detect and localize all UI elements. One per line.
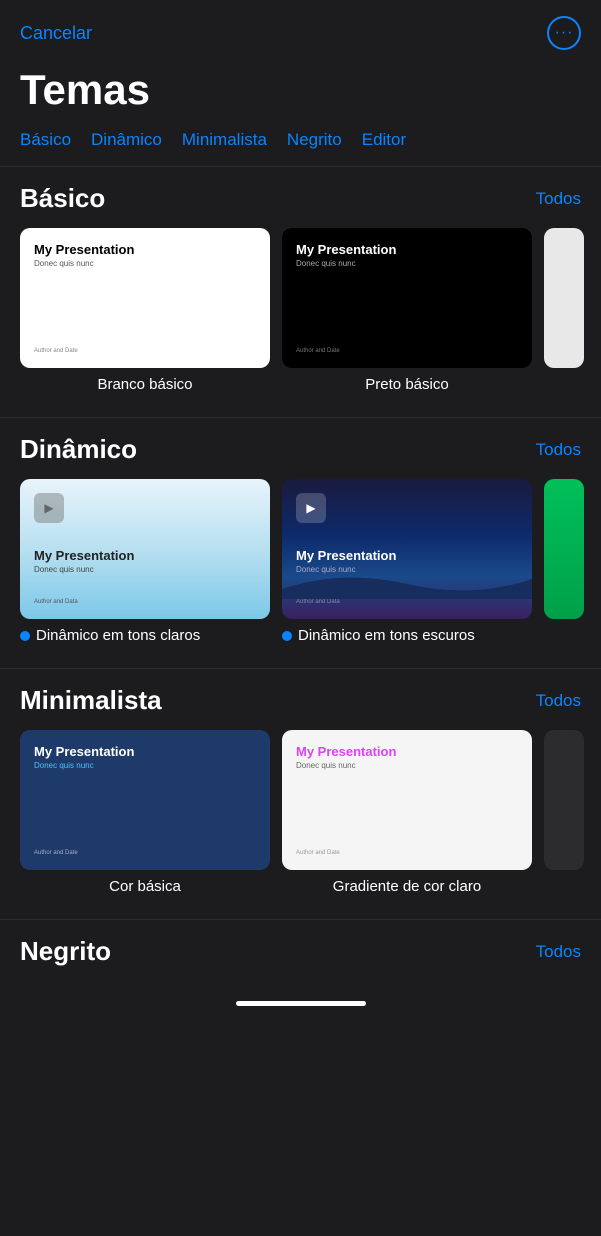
minimalist-themes-row: My Presentation Donec quis nunc Author a…: [0, 730, 601, 911]
theme-dynamic-dark-label: Dinâmico em tons escuros: [298, 627, 475, 644]
theme-minimalist-gradient-label: Gradiente de cor claro: [333, 878, 481, 895]
theme-black-title: My Presentation: [296, 242, 518, 257]
theme-dynamic-light-author: Author and Data: [34, 599, 256, 605]
theme-partial-dark: [544, 730, 584, 870]
bottom-indicator: [0, 989, 601, 1006]
theme-minimalist-gradient-subtitle: Donec quis nunc: [296, 761, 518, 770]
theme-thumbnail-minimalist-color: My Presentation Donec quis nunc Author a…: [20, 730, 270, 870]
theme-item-minimalist-color[interactable]: My Presentation Donec quis nunc Author a…: [20, 730, 270, 895]
theme-minimalist-gradient-title: My Presentation: [296, 744, 518, 759]
theme-minimalist-color-title: My Presentation: [34, 744, 256, 759]
theme-black-subtitle: Donec quis nunc: [296, 259, 518, 268]
theme-preview-minimalist-color: My Presentation Donec quis nunc Author a…: [20, 730, 270, 870]
header: Cancelar ···: [0, 0, 601, 58]
nav-item-dynamic[interactable]: Dinâmico: [91, 130, 162, 150]
section-dynamic-header: Dinâmico Todos: [0, 434, 601, 479]
section-bold-all-button[interactable]: Todos: [536, 942, 581, 962]
page-title: Temas: [0, 58, 601, 130]
section-basic-all-button[interactable]: Todos: [536, 189, 581, 209]
section-dynamic: Dinâmico Todos ▶ My Presentation Donec q…: [0, 417, 601, 668]
theme-black-author: Author and Date: [296, 348, 518, 354]
home-indicator: [236, 1001, 366, 1006]
theme-item-dynamic-dark[interactable]: ▶ My Presentation Donec quis nunc Author…: [282, 479, 532, 644]
section-minimalist-all-button[interactable]: Todos: [536, 691, 581, 711]
dot-indicator-light: Dinâmico em tons claros: [20, 627, 200, 644]
nav-item-editor[interactable]: Editor: [362, 130, 406, 150]
theme-preview-minimalist-gradient: My Presentation Donec quis nunc Author a…: [282, 730, 532, 870]
theme-thumbnail-dynamic-light: ▶ My Presentation Donec quis nunc Author…: [20, 479, 270, 619]
theme-preview-dynamic-light: ▶ My Presentation Donec quis nunc Author…: [20, 479, 270, 619]
more-options-button[interactable]: ···: [547, 16, 581, 50]
theme-dynamic-dark-title: My Presentation: [296, 548, 518, 563]
theme-preview-dynamic-dark: ▶ My Presentation Donec quis nunc Author…: [282, 479, 532, 619]
theme-thumbnail-basic-black: My Presentation Donec quis nunc Author a…: [282, 228, 532, 368]
theme-partial-third: [544, 228, 584, 368]
nav-item-basic[interactable]: Básico: [20, 130, 71, 150]
theme-dynamic-light-subtitle: Donec quis nunc: [34, 565, 256, 574]
theme-thumbnail-minimalist-gradient: My Presentation Donec quis nunc Author a…: [282, 730, 532, 870]
theme-minimalist-gradient-author: Author and Date: [296, 850, 518, 856]
theme-preview-white: My Presentation Donec quis nunc Author a…: [20, 228, 270, 368]
theme-white-subtitle: Donec quis nunc: [34, 259, 256, 268]
section-minimalist-title: Minimalista: [20, 685, 162, 716]
cancel-button[interactable]: Cancelar: [20, 23, 92, 44]
theme-white-label: Branco básico: [97, 376, 192, 393]
theme-minimalist-color-label: Cor básica: [109, 878, 181, 895]
dot-indicator-dark: Dinâmico em tons escuros: [282, 627, 475, 644]
ellipsis-icon: ···: [555, 24, 574, 42]
theme-item-dynamic-light[interactable]: ▶ My Presentation Donec quis nunc Author…: [20, 479, 270, 644]
section-basic-header: Básico Todos: [0, 183, 601, 228]
theme-minimalist-color-author: Author and Date: [34, 850, 256, 856]
section-minimalist-header: Minimalista Todos: [0, 685, 601, 730]
theme-dynamic-light-label: Dinâmico em tons claros: [36, 627, 200, 644]
theme-white-author: Author and Date: [34, 348, 256, 354]
theme-thumbnail-basic-white: My Presentation Donec quis nunc Author a…: [20, 228, 270, 368]
section-dynamic-title: Dinâmico: [20, 434, 137, 465]
theme-dynamic-light-title: My Presentation: [34, 548, 256, 563]
theme-item-minimalist-gradient[interactable]: My Presentation Donec quis nunc Author a…: [282, 730, 532, 895]
theme-preview-black: My Presentation Donec quis nunc Author a…: [282, 228, 532, 368]
section-bold: Negrito Todos: [0, 919, 601, 989]
basic-themes-row: My Presentation Donec quis nunc Author a…: [0, 228, 601, 409]
theme-item-basic-white[interactable]: My Presentation Donec quis nunc Author a…: [20, 228, 270, 393]
dot-dark: [282, 631, 292, 641]
dot-light: [20, 631, 30, 641]
play-icon-dark: ▶: [296, 493, 326, 523]
section-dynamic-all-button[interactable]: Todos: [536, 440, 581, 460]
theme-white-title: My Presentation: [34, 242, 256, 257]
nav-item-minimalist[interactable]: Minimalista: [182, 130, 267, 150]
theme-partial-green: [544, 479, 584, 619]
play-icon-light: ▶: [34, 493, 64, 523]
section-basic: Básico Todos My Presentation Donec quis …: [0, 166, 601, 417]
nav-item-bold[interactable]: Negrito: [287, 130, 342, 150]
section-basic-title: Básico: [20, 183, 105, 214]
section-bold-title: Negrito: [20, 936, 111, 967]
theme-minimalist-color-subtitle: Donec quis nunc: [34, 761, 256, 770]
theme-black-label: Preto básico: [365, 376, 448, 393]
theme-dynamic-dark-author: Author and Data: [296, 599, 518, 605]
theme-item-basic-black[interactable]: My Presentation Donec quis nunc Author a…: [282, 228, 532, 393]
theme-thumbnail-dynamic-dark: ▶ My Presentation Donec quis nunc Author…: [282, 479, 532, 619]
dynamic-themes-row: ▶ My Presentation Donec quis nunc Author…: [0, 479, 601, 660]
section-bold-header: Negrito Todos: [0, 936, 601, 981]
theme-dynamic-dark-subtitle: Donec quis nunc: [296, 565, 518, 574]
section-minimalist: Minimalista Todos My Presentation Donec …: [0, 668, 601, 919]
category-nav: Básico Dinâmico Minimalista Negrito Edit…: [0, 130, 601, 166]
